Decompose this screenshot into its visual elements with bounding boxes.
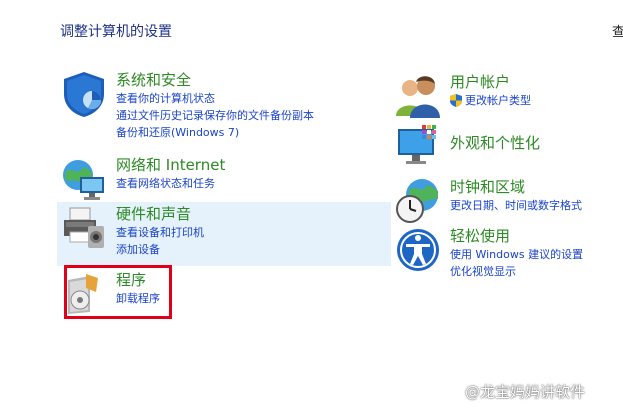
category-ease-of-access: 轻松使用 使用 Windows 建议的设置 优化视觉显示 [394,226,583,280]
link-add-device[interactable]: 添加设备 [116,241,204,258]
uac-shield-icon [450,94,462,107]
link-optimize-visual-display[interactable]: 优化视觉显示 [450,263,583,280]
annotation-highlight-box [64,265,172,319]
category-title-system-security[interactable]: 系统和安全 [116,70,314,90]
link-change-account-type-row[interactable]: 更改帐户类型 [450,92,531,109]
link-change-date-time-format[interactable]: 更改日期、时间或数字格式 [450,197,582,214]
category-title-ease-of-access[interactable]: 轻松使用 [450,226,583,246]
category-title-clock-region[interactable]: 时钟和区域 [450,177,582,197]
link-backup-restore[interactable]: 备份和还原(Windows 7) [116,124,314,141]
watermark-logo-icon [445,383,461,400]
link-windows-recommended-settings[interactable]: 使用 Windows 建议的设置 [450,246,583,263]
link-change-account-type[interactable]: 更改帐户类型 [465,92,531,109]
monitor-palette-icon[interactable] [394,123,442,171]
category-title-user-accounts[interactable]: 用户帐户 [450,72,531,92]
link-file-history-backup[interactable]: 通过文件历史记录保存你的文件备份副本 [116,107,314,124]
category-appearance: 外观和个性化 [394,123,540,171]
link-network-status[interactable]: 查看网络状态和任务 [116,175,225,192]
category-network-internet: 网络和 Internet 查看网络状态和任务 [60,155,225,203]
category-hardware-sound: 硬件和声音 查看设备和打印机 添加设备 [60,204,204,258]
printer-icon[interactable] [60,204,108,252]
ease-of-access-icon[interactable] [394,226,442,274]
category-clock-region: 时钟和区域 更改日期、时间或数字格式 [394,177,582,225]
watermark-text: @龙宝妈妈讲软件 [465,383,586,401]
shield-icon[interactable] [60,70,108,118]
clock-globe-icon[interactable] [394,177,442,225]
category-system-security: 系统和安全 查看你的计算机状态 通过文件历史记录保存你的文件备份副本 备份和还原… [60,70,314,141]
link-devices-printers[interactable]: 查看设备和打印机 [116,224,204,241]
view-by-label[interactable]: 查 [612,21,623,40]
page-title: 调整计算机的设置 [60,24,172,40]
network-globe-icon[interactable] [60,155,108,203]
category-title-appearance[interactable]: 外观和个性化 [450,133,540,153]
users-icon[interactable] [394,72,442,120]
category-title-network-internet[interactable]: 网络和 Internet [116,155,225,175]
category-user-accounts: 用户帐户 更改帐户类型 [394,72,531,120]
link-view-computer-status[interactable]: 查看你的计算机状态 [116,90,314,107]
category-title-hardware-sound[interactable]: 硬件和声音 [116,204,204,224]
watermark: @龙宝妈妈讲软件 [445,381,585,402]
